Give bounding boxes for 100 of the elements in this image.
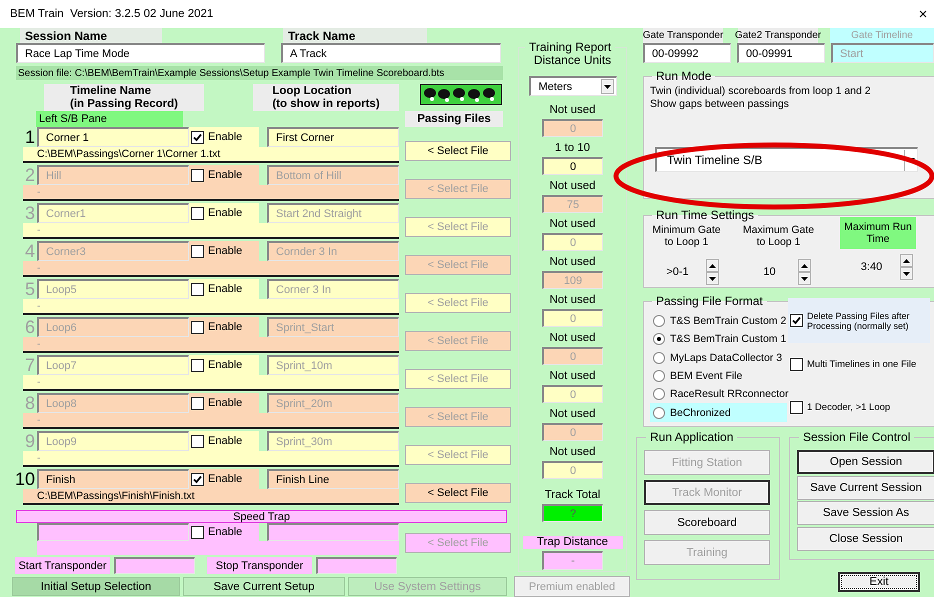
checkbox[interactable] [790,358,803,371]
stop-transponder-field[interactable] [316,557,397,574]
spin-down-button[interactable] [706,272,719,285]
transponder-field[interactable]: 00-09992 [643,43,731,63]
spin-up-button[interactable] [900,254,913,267]
select-file-button[interactable]: < Select File [405,407,511,427]
transponder-field[interactable]: 00-09991 [737,43,825,63]
select-file-button[interactable]: < Select File [405,255,511,275]
setup-tab[interactable]: Save Current Setup [183,577,345,596]
loop-location-field[interactable]: Corner 3 In [267,279,399,299]
distance-field[interactable]: 0 [542,233,603,251]
spin-down-button[interactable] [798,272,811,285]
checkbox[interactable] [790,314,803,327]
track-name-field[interactable]: A Track [281,43,501,63]
loop-location-field[interactable]: Sprint_20m [267,393,399,413]
format-option[interactable]: MyLaps DataCollector 3 [650,348,787,367]
spin-down-button[interactable] [900,267,913,280]
timeline-name-field[interactable]: Loop8 [37,393,189,413]
radio-button[interactable] [653,352,665,364]
option-row[interactable]: Delete Passing Files after Processing (normally set) [788,298,930,343]
app-button[interactable]: Close Session [797,526,934,550]
loop-location-field[interactable]: Sprint_30m [267,431,399,451]
radio-button[interactable] [653,315,665,328]
checkbox[interactable] [191,396,204,410]
format-option[interactable]: T&S BemTrain Custom 1 [650,330,787,349]
distance-field[interactable]: 0 [542,461,603,479]
trap-location-field[interactable] [267,523,399,541]
distance-field[interactable]: 0 [542,423,603,441]
timeline-name-field[interactable]: Finish [37,469,189,489]
timeline-name-field[interactable]: Corner3 [37,241,189,261]
setting-value[interactable]: 3:40 [843,261,900,273]
checkbox[interactable] [191,320,204,334]
loop-location-field[interactable]: Bottom of Hill [267,165,399,185]
setting-value[interactable]: 10 [741,266,798,278]
select-file-button[interactable]: < Select File [405,369,511,389]
timeline-name-field[interactable]: Loop6 [37,317,189,337]
checkbox[interactable] [191,434,204,448]
format-option[interactable]: BEM Event File [650,366,787,386]
checkbox[interactable] [191,472,204,486]
format-option[interactable]: RaceResult RRconnector [650,385,787,404]
app-button[interactable]: Scoreboard [644,510,770,535]
group-title: Run Time Settings [655,208,756,222]
loop-location-field[interactable]: First Corner [267,127,399,147]
setup-tab[interactable]: Initial Setup Selection [12,577,180,596]
checkbox[interactable] [191,244,204,258]
timeline-name-field[interactable]: Hill [37,165,189,185]
distance-field[interactable]: 0 [542,347,603,365]
timeline-name-field[interactable]: Corner 1 [37,127,189,147]
loop-location-field[interactable]: Finish Line [267,469,399,489]
select-file-button[interactable]: < Select File [405,217,511,237]
app-button[interactable]: Save Session As [797,501,934,525]
dropdown-button[interactable] [600,79,614,94]
checkbox[interactable] [191,358,204,372]
select-file-button[interactable]: < Select File [405,331,511,351]
loop-location-field[interactable]: Cornder 3 In [267,241,399,261]
start-transponder-field[interactable] [114,557,195,574]
spin-up-button[interactable] [798,259,811,272]
distance-field[interactable]: 0 [542,157,603,175]
timeline-name-field[interactable]: Loop9 [37,431,189,451]
distance-field[interactable]: 0 [542,385,603,403]
distance-field[interactable]: 0 [542,119,603,137]
trap-name-field[interactable] [37,523,189,541]
checkbox[interactable] [191,168,204,182]
select-file-button[interactable]: < Select File [405,293,511,313]
checkbox[interactable] [191,130,204,144]
radio-button[interactable] [653,370,665,382]
timeline-name-field[interactable]: Corner1 [37,203,189,223]
option-row[interactable]: 1 Decoder, >1 Loop [788,399,930,416]
radio-button[interactable] [653,333,665,346]
distance-field[interactable]: 109 [542,271,603,289]
loop-location-field[interactable]: Sprint_10m [267,355,399,375]
timeline-name-field[interactable]: Loop5 [37,279,189,299]
loop-location-field[interactable]: Start 2nd Straight [267,203,399,223]
select-file-button[interactable]: < Select File [405,179,511,199]
app-button[interactable]: Open Session [797,450,934,474]
row-number: 6 [24,317,36,337]
exit-button[interactable]: Exit [838,572,920,592]
select-file-button[interactable]: < Select File [405,483,511,503]
format-option[interactable]: T&S BemTrain Custom 2 [650,312,787,330]
checkbox[interactable] [191,526,204,538]
checkbox[interactable] [191,282,204,296]
loop-location-field[interactable]: Sprint_Start [267,317,399,337]
timeline-name-field[interactable]: Loop7 [37,355,189,375]
option-row[interactable]: Multi Timelines in one File [788,356,930,373]
units-dropdown[interactable]: Meters [528,76,616,96]
select-file-button[interactable]: < Select File [405,533,511,553]
radio-button[interactable] [653,406,665,419]
radio-button[interactable] [653,388,665,400]
checkbox[interactable] [790,401,803,414]
select-file-button[interactable]: < Select File [405,445,511,465]
distance-field[interactable]: 75 [542,195,603,213]
select-file-button[interactable]: < Select File [405,141,511,161]
close-button[interactable]: × [912,6,934,22]
app-button[interactable]: Save Current Session [797,476,934,500]
format-option[interactable]: BeChronized [650,403,787,422]
checkbox[interactable] [191,206,204,220]
setting-value[interactable]: >0-1 [649,266,706,278]
distance-field[interactable]: 0 [542,309,603,327]
spin-up-button[interactable] [706,259,719,272]
session-name-field[interactable]: Race Lap Time Mode [16,43,265,63]
